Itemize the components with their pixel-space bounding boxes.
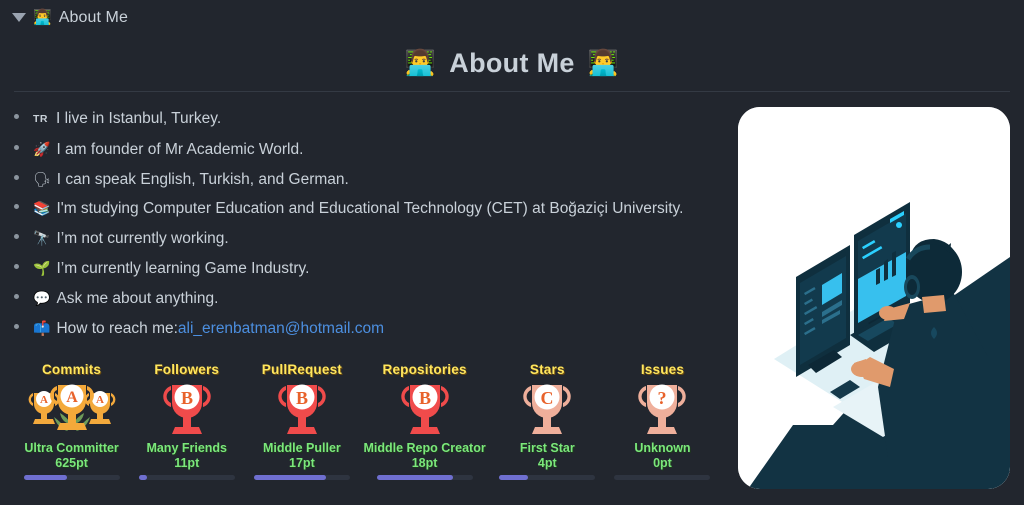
- trophy-icon-red: B: [248, 379, 355, 441]
- mailbox-icon: 📫: [33, 319, 51, 336]
- seedling-icon: 🌱: [33, 259, 51, 276]
- list-item: TR I live in Istanbul, Turkey.: [14, 105, 728, 135]
- list-item: 🚀 I am founder of Mr Academic World.: [14, 135, 728, 165]
- facts-list: TR I live in Istanbul, Turkey. 🚀 I am fo…: [14, 105, 728, 343]
- trophy-icon-secret-gold: A A A: [18, 379, 125, 441]
- trophy-icon-peach: ?: [609, 379, 716, 441]
- svg-text:?: ?: [658, 388, 667, 408]
- trophy-rank: Middle Repo Creator: [363, 441, 486, 455]
- page-title-text: About Me: [449, 48, 575, 78]
- trophy-points: 4pt: [537, 455, 557, 470]
- trophy-icon-red: B: [133, 379, 240, 441]
- section-header[interactable]: 👨‍💻 About Me: [0, 0, 1024, 29]
- email-link[interactable]: ali_erenbatman@hotmail.com: [178, 315, 384, 344]
- developer-at-desk-illustration: [738, 107, 1010, 489]
- bullet-icon: [14, 204, 19, 210]
- list-item-text: I’m not currently working.: [56, 230, 229, 248]
- trophy-title: Followers: [154, 362, 220, 377]
- svg-text:A: A: [66, 389, 78, 406]
- flag-tr-icon: TR: [33, 113, 48, 125]
- progress-fill: [23, 475, 67, 480]
- trophy-rank: First Star: [519, 441, 575, 455]
- progress-track: [499, 475, 596, 480]
- list-item: 🌱 I’m currently learning Game Industry.: [14, 254, 728, 284]
- trophy-icon-peach: C: [494, 379, 601, 441]
- trophy-rank: Many Friends: [146, 441, 228, 455]
- trophy-card-followers: Followers B Many Friends 11pt: [129, 362, 244, 480]
- trophy-card-commits: Commits A A A Ultra Committer 625pt: [14, 362, 129, 480]
- trophy-rank: Middle Puller: [262, 441, 341, 455]
- trophy-row: Commits A A A Ultra Committer 625pt Foll…: [14, 362, 720, 480]
- trophy-icon-red: B: [363, 379, 485, 441]
- trophy-title: Issues: [640, 362, 685, 377]
- trophy-rank: Unknown: [634, 441, 691, 455]
- svg-text:B: B: [181, 388, 193, 408]
- trophy-title: Repositories: [382, 362, 467, 377]
- bullet-icon: [14, 293, 19, 299]
- trophy-points: 11pt: [174, 455, 200, 470]
- svg-text:A: A: [96, 394, 104, 406]
- trophy-title: Stars: [529, 362, 565, 377]
- list-item: 🗣 I can speak English, Turkish, and Germ…: [14, 165, 728, 195]
- technologist-icon: 👨‍💻: [33, 9, 52, 26]
- list-item: 📫 How to reach me: ali_erenbatman@hotmai…: [14, 314, 728, 344]
- list-item: 💬 Ask me about anything.: [14, 284, 728, 314]
- telescope-icon: 🔭: [33, 230, 51, 247]
- illustration-column: [738, 105, 1010, 489]
- list-item-text: I am founder of Mr Academic World.: [56, 140, 304, 158]
- bullet-icon: [14, 234, 19, 240]
- svg-text:A: A: [40, 394, 48, 406]
- progress-fill: [138, 475, 148, 480]
- bullet-icon: [14, 144, 19, 150]
- list-item-text: I can speak English, Turkish, and German…: [56, 170, 349, 188]
- books-icon: 📚: [33, 200, 51, 217]
- progress-fill: [253, 475, 326, 480]
- svg-text:B: B: [296, 388, 308, 408]
- page-title: 👨‍💻 About Me 👨‍💻: [405, 48, 619, 79]
- speaking-head-icon: 🗣: [33, 170, 51, 187]
- list-item: 📚 I'm studying Computer Education and Ed…: [14, 194, 728, 224]
- bullet-icon: [14, 114, 19, 119]
- trophy-points: 17pt: [289, 455, 315, 470]
- technologist-left-icon: 👨‍💻: [404, 49, 437, 77]
- list-item-text: I’m currently learning Game Industry.: [56, 259, 310, 277]
- page-title-container: 👨‍💻 About Me 👨‍💻: [0, 29, 1024, 79]
- trophy-card-repositories: Repositories B Middle Repo Creator 18pt: [359, 362, 489, 480]
- list-item-text: How to reach me:: [56, 319, 178, 337]
- list-item-text: Ask me about anything.: [56, 289, 219, 307]
- progress-track: [614, 475, 711, 480]
- rocket-icon: 🚀: [33, 140, 51, 157]
- svg-text:B: B: [419, 388, 431, 408]
- bullet-icon: [14, 323, 19, 329]
- trophy-points: 0pt: [653, 455, 672, 470]
- trophy-points: 625pt: [55, 455, 88, 470]
- trophy-card-pullrequest: PullRequest B Middle Puller 17pt: [244, 362, 359, 480]
- trophy-rank: Ultra Committer: [24, 441, 119, 455]
- bullet-icon: [14, 174, 19, 180]
- trophy-card-issues: Issues ? Unknown 0pt: [605, 362, 720, 480]
- trophy-title: Commits: [41, 362, 102, 377]
- disclosure-triangle-icon[interactable]: [12, 13, 26, 22]
- section-header-title: About Me: [58, 8, 128, 26]
- technologist-right-icon: 👨‍💻: [587, 49, 620, 77]
- list-item-text: I'm studying Computer Education and Educ…: [56, 200, 684, 218]
- progress-track: [138, 475, 235, 480]
- svg-text:C: C: [541, 388, 554, 408]
- list-item: 🔭 I’m not currently working.: [14, 224, 728, 254]
- trophy-points: 18pt: [411, 455, 438, 470]
- bullet-icon: [14, 263, 19, 269]
- progress-track: [376, 475, 473, 480]
- progress-fill: [376, 475, 454, 480]
- progress-track: [23, 475, 120, 480]
- trophy-title: PullRequest: [261, 362, 342, 377]
- progress-track: [253, 475, 350, 480]
- trophy-card-stars: Stars C First Star 4pt: [490, 362, 605, 480]
- progress-fill: [499, 475, 529, 480]
- speech-balloon-icon: 💬: [33, 289, 51, 306]
- list-item-text: I live in Istanbul, Turkey.: [56, 110, 222, 127]
